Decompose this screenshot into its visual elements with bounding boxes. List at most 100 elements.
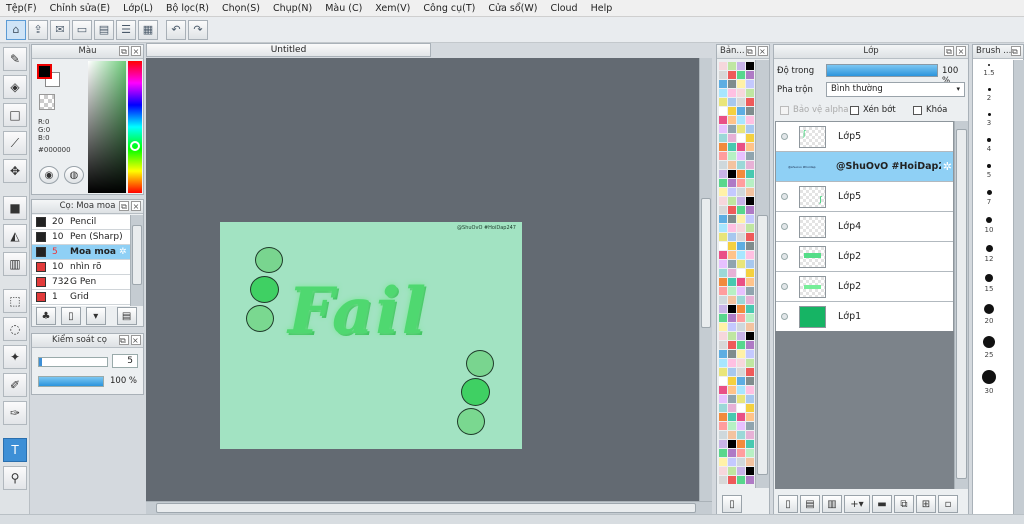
color-swatch[interactable]: [737, 89, 745, 97]
color-swatch[interactable]: [746, 206, 754, 214]
duplicate-icon[interactable]: ⧉: [894, 495, 914, 513]
color-swatch[interactable]: [737, 449, 745, 457]
color-swatch[interactable]: [728, 161, 736, 169]
color-swatch[interactable]: [719, 152, 727, 160]
color-swatch[interactable]: [728, 476, 736, 484]
clipping-checkbox[interactable]: [850, 105, 859, 115]
color-swatch[interactable]: [737, 404, 745, 412]
transparent-color-swatch[interactable]: [39, 94, 55, 110]
brush-size-dot[interactable]: [986, 217, 992, 223]
brush-size-dot[interactable]: [982, 370, 996, 384]
color-swatch[interactable]: [728, 143, 736, 151]
protect-alpha-checkbox[interactable]: [780, 105, 789, 115]
color-swatch[interactable]: [746, 278, 754, 286]
visibility-icon[interactable]: [781, 313, 788, 320]
color-swatch[interactable]: [719, 134, 727, 142]
color-swatch[interactable]: [737, 80, 745, 88]
lasso-icon[interactable]: ◌: [3, 317, 27, 341]
menu-edit[interactable]: Chỉnh sửa(E): [50, 3, 111, 14]
color-swatch[interactable]: [728, 134, 736, 142]
layer-row[interactable]: ʃ Lớp5: [776, 122, 953, 152]
color-swatch[interactable]: [728, 215, 736, 223]
color-swatch[interactable]: [719, 242, 727, 250]
brush-size-dot[interactable]: [988, 64, 990, 66]
palette-swatches[interactable]: [719, 60, 755, 488]
brush-size-dot[interactable]: [985, 274, 993, 282]
color-swatch[interactable]: [719, 404, 727, 412]
close-icon[interactable]: ×: [956, 46, 966, 56]
color-swatch[interactable]: [728, 305, 736, 313]
close-icon[interactable]: ×: [758, 46, 768, 56]
color-swatch[interactable]: [746, 170, 754, 178]
color-swatch[interactable]: [719, 116, 727, 124]
palette-scrollbar[interactable]: [755, 60, 769, 488]
color-swatch[interactable]: [746, 377, 754, 385]
color-swatch[interactable]: [728, 449, 736, 457]
color-swatch[interactable]: [737, 476, 745, 484]
color-swatch[interactable]: [746, 152, 754, 160]
brush-menu-icon[interactable]: ▾: [85, 307, 106, 325]
undock-icon[interactable]: ⧉: [944, 46, 954, 56]
move-tool-icon[interactable]: ✥: [3, 159, 27, 183]
grid-icon[interactable]: ▦: [138, 19, 158, 40]
bucket-tool-icon[interactable]: ◭: [3, 224, 27, 248]
color-swatch[interactable]: [746, 395, 754, 403]
color-swatch[interactable]: [737, 350, 745, 358]
menu-capture[interactable]: Chụp(N): [273, 3, 312, 14]
color-swatch[interactable]: [746, 134, 754, 142]
layer-row[interactable]: Lớp2: [776, 242, 953, 272]
color-swatch[interactable]: [746, 62, 754, 70]
color-swatch[interactable]: [746, 287, 754, 295]
color-swatch[interactable]: [737, 440, 745, 448]
color-swatch[interactable]: [746, 467, 754, 475]
color-swatch[interactable]: [719, 332, 727, 340]
close-icon[interactable]: ×: [131, 335, 141, 345]
color-swatch[interactable]: [737, 152, 745, 160]
color-swatch[interactable]: [737, 116, 745, 124]
color-swatch[interactable]: [719, 377, 727, 385]
document-tab[interactable]: Untitled: [146, 43, 431, 57]
color-swatch[interactable]: [737, 359, 745, 367]
color-swatch[interactable]: [728, 431, 736, 439]
layer-row[interactable]: Lớp4: [776, 212, 953, 242]
undock-icon[interactable]: ⧉: [119, 335, 129, 345]
color-swatch[interactable]: [728, 98, 736, 106]
folder-icon[interactable]: ▬: [872, 495, 892, 513]
layer-opacity-slider[interactable]: [826, 64, 938, 77]
page-icon[interactable]: ▤: [94, 19, 114, 40]
color-swatch[interactable]: [746, 107, 754, 115]
canvas-horizontal-scrollbar[interactable]: [146, 501, 712, 514]
layer-copy-icon[interactable]: ▥: [822, 495, 842, 513]
merge-icon[interactable]: ⊞: [916, 495, 936, 513]
color-swatch[interactable]: [719, 395, 727, 403]
eraser-tool-icon[interactable]: ◈: [3, 75, 27, 99]
color-swatch[interactable]: [746, 386, 754, 394]
brush-size-dot[interactable]: [984, 304, 994, 314]
hue-handle[interactable]: [130, 141, 140, 151]
color-swatch[interactable]: [737, 188, 745, 196]
color-swatch[interactable]: [728, 395, 736, 403]
saturation-value-picker[interactable]: [88, 61, 126, 193]
color-swatch[interactable]: [719, 89, 727, 97]
new-palette-icon[interactable]: ▯: [722, 495, 742, 513]
color-swatch[interactable]: [746, 368, 754, 376]
close-icon[interactable]: ×: [131, 46, 141, 56]
color-swatch[interactable]: [728, 71, 736, 79]
color-swatch[interactable]: [728, 152, 736, 160]
color-swatch[interactable]: [719, 71, 727, 79]
color-swatch[interactable]: [728, 80, 736, 88]
color-swatch[interactable]: [719, 287, 727, 295]
menu-cloud[interactable]: Cloud: [550, 3, 577, 14]
color-swatch[interactable]: [746, 476, 754, 484]
color-swatch[interactable]: [737, 206, 745, 214]
color-swatch[interactable]: [737, 278, 745, 286]
color-swatch[interactable]: [719, 350, 727, 358]
color-swatch[interactable]: [737, 413, 745, 421]
eyedropper-icon[interactable]: ⚲: [3, 466, 27, 490]
brush-list-scrollbar[interactable]: [130, 215, 143, 306]
undock-icon[interactable]: ⧉: [746, 46, 756, 56]
visibility-icon[interactable]: [781, 223, 788, 230]
brush-size-dot[interactable]: [987, 164, 991, 168]
color-swatch[interactable]: [728, 386, 736, 394]
color-swatch[interactable]: [728, 116, 736, 124]
